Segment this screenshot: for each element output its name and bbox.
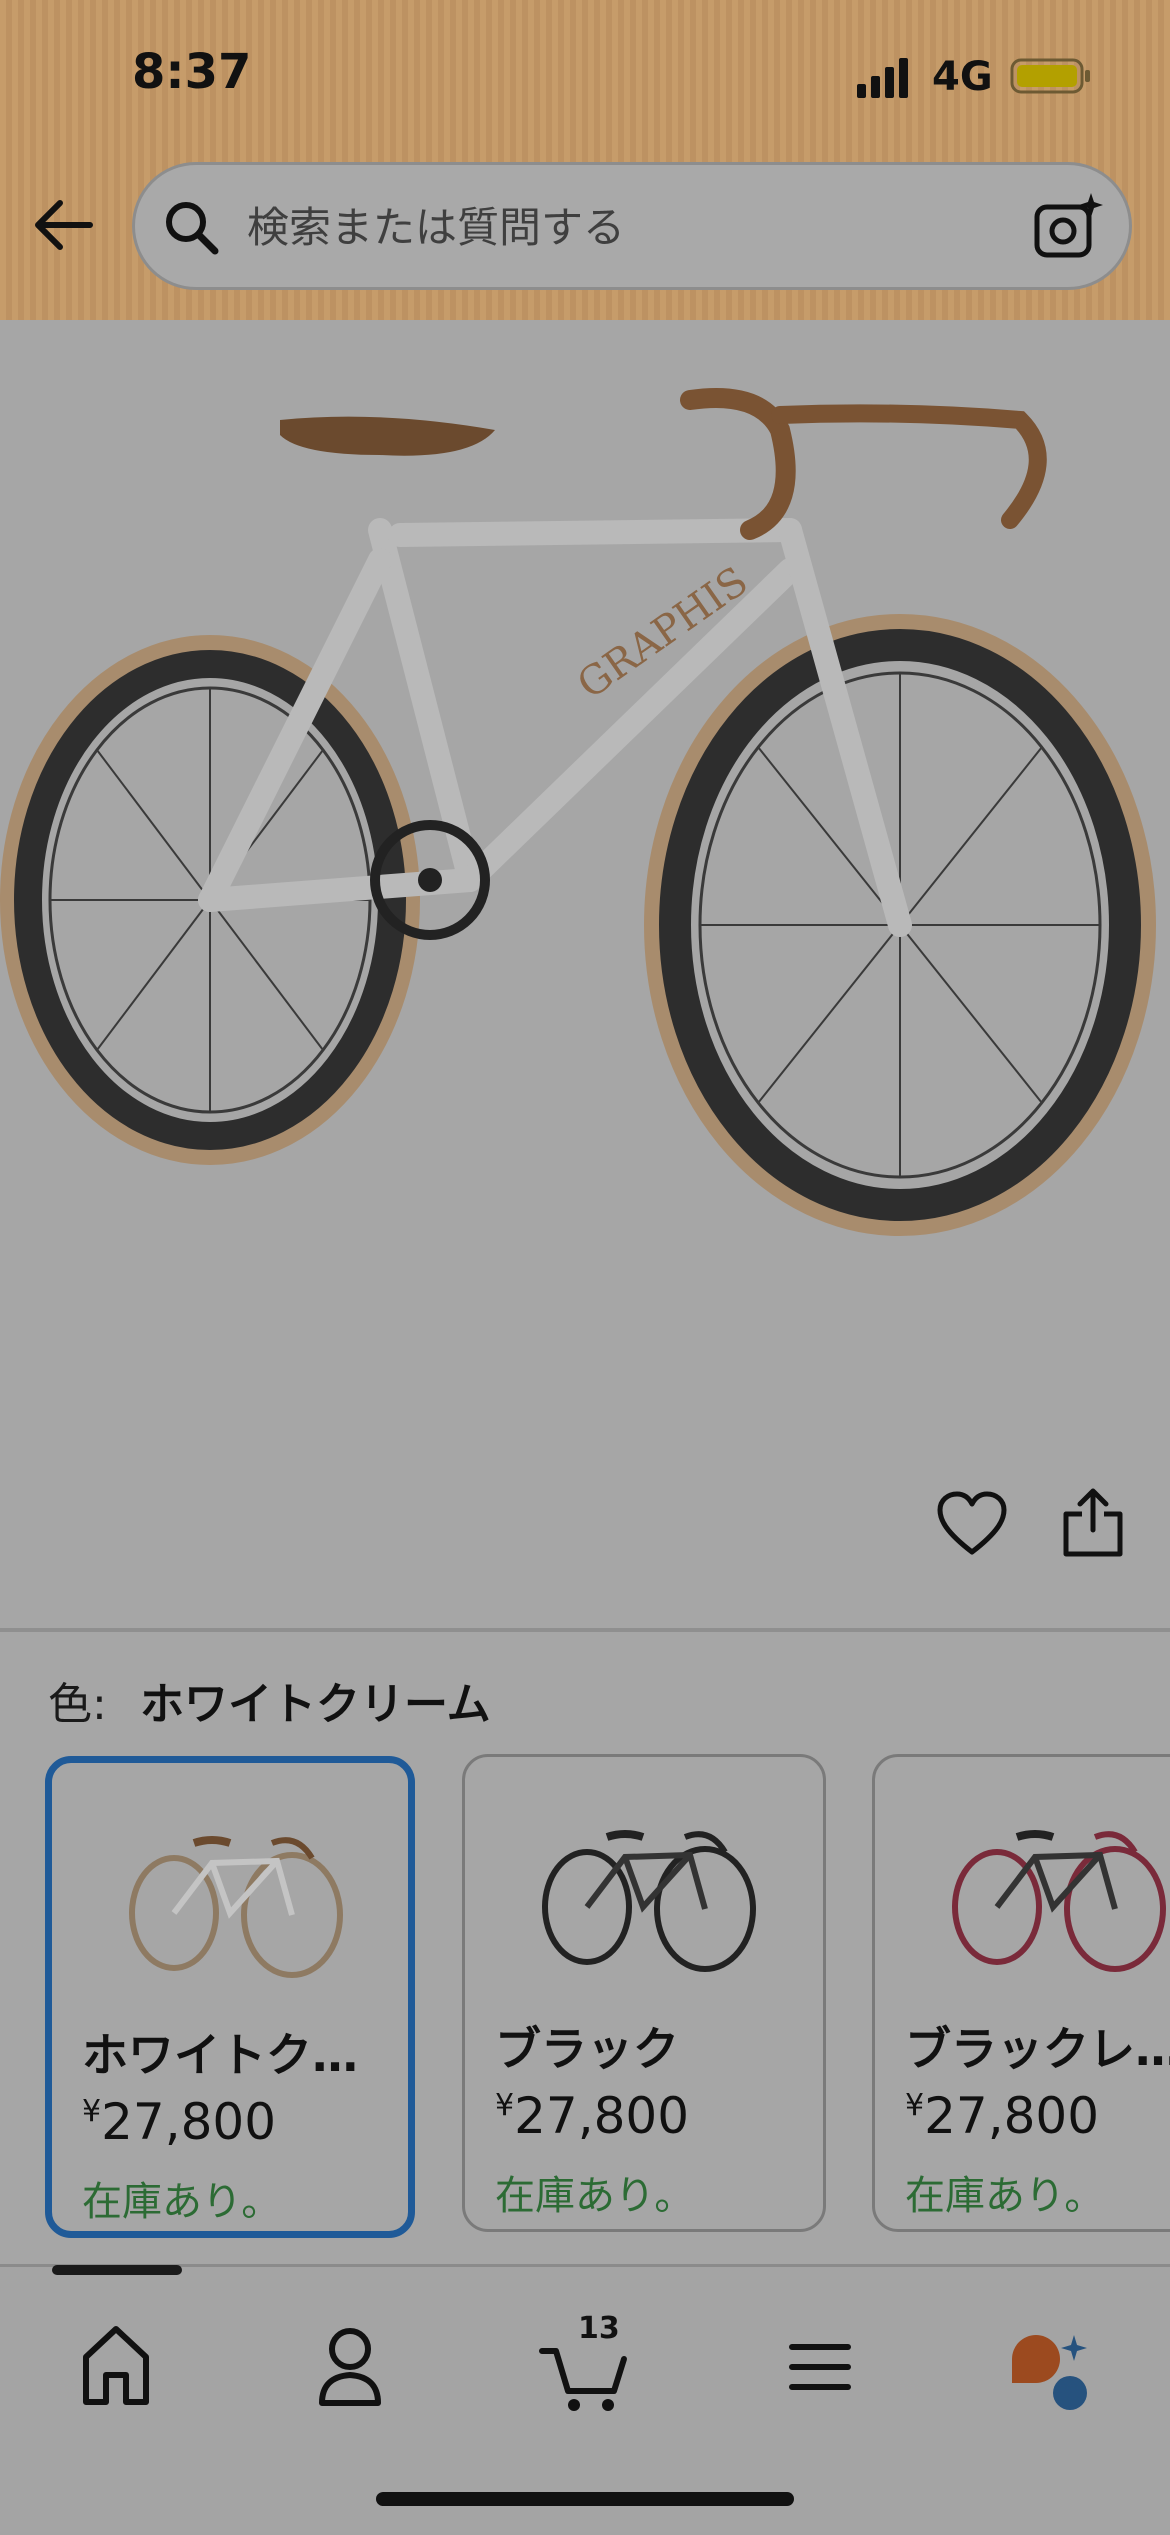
- home-icon: [83, 2326, 149, 2405]
- color-variant-white-cream[interactable]: ホワイトクリーム ¥27,800 在庫あり。: [45, 1756, 415, 2238]
- cart-count-badge: 13: [578, 2311, 620, 2346]
- variant-stock-status: 在庫あり。: [905, 2173, 1105, 2219]
- heart-icon[interactable]: [936, 1490, 1008, 1558]
- search-icon: [166, 202, 219, 255]
- header-bar: 8:37 4G: [0, 0, 1170, 320]
- signal-strength-icon: [857, 58, 908, 98]
- nav-home[interactable]: [56, 2307, 176, 2417]
- variant-stock-status: 在庫あり。: [82, 2179, 282, 2225]
- search-bar[interactable]: [132, 162, 1132, 290]
- currency-symbol: ¥: [905, 2088, 925, 2123]
- ai-assistant-icon: [1012, 2335, 1087, 2410]
- variant-name: ブラック: [495, 2022, 679, 2076]
- color-variant-black[interactable]: ブラック ¥27,800 在庫あり。: [462, 1754, 826, 2232]
- battery-icon: [1010, 58, 1090, 94]
- variant-stock-status: 在庫あり。: [495, 2173, 695, 2219]
- nav-assistant[interactable]: [996, 2307, 1116, 2417]
- variant-price: ¥27,800: [82, 2093, 276, 2151]
- price-value: 27,800: [924, 2087, 1100, 2145]
- section-divider: [0, 1628, 1170, 1632]
- active-tab-indicator: [52, 2265, 182, 2275]
- user-icon: [319, 2328, 381, 2406]
- product-image-carousel[interactable]: GRAPHIS: [0, 320, 1170, 1854]
- price-value: 27,800: [101, 2093, 277, 2151]
- camera-search-icon[interactable]: [1033, 191, 1105, 263]
- currency-symbol: ¥: [495, 2088, 515, 2123]
- variant-price: ¥27,800: [495, 2087, 689, 2145]
- status-time: 8:37: [132, 44, 252, 100]
- variant-thumbnail: [129, 1836, 343, 1978]
- variant-thumbnail: [542, 1830, 756, 1972]
- variant-name: ホワイトクリーム: [82, 2028, 402, 2082]
- selected-color-value: ホワイトクリーム: [140, 1679, 491, 1730]
- network-type: 4G: [932, 54, 993, 100]
- variant-name: ブラックレッド: [905, 2022, 1170, 2076]
- price-value: 27,800: [514, 2087, 690, 2145]
- variant-price: ¥27,800: [905, 2087, 1099, 2145]
- share-icon[interactable]: [1060, 1486, 1126, 1558]
- search-input[interactable]: [245, 193, 989, 261]
- currency-symbol: ¥: [82, 2094, 102, 2129]
- home-indicator[interactable]: [376, 2492, 794, 2506]
- product-image: GRAPHIS: [0, 388, 1156, 1236]
- back-arrow-icon[interactable]: [28, 190, 98, 260]
- nav-cart[interactable]: 13: [526, 2307, 646, 2417]
- color-variant-black-red[interactable]: ブラックレッド ¥27,800 在庫あり。: [872, 1754, 1170, 2232]
- menu-icon: [789, 2344, 851, 2390]
- color-label: 色:: [48, 1679, 107, 1730]
- nav-account[interactable]: [290, 2307, 410, 2417]
- variant-thumbnail: [952, 1830, 1166, 1972]
- nav-menu[interactable]: [760, 2307, 880, 2417]
